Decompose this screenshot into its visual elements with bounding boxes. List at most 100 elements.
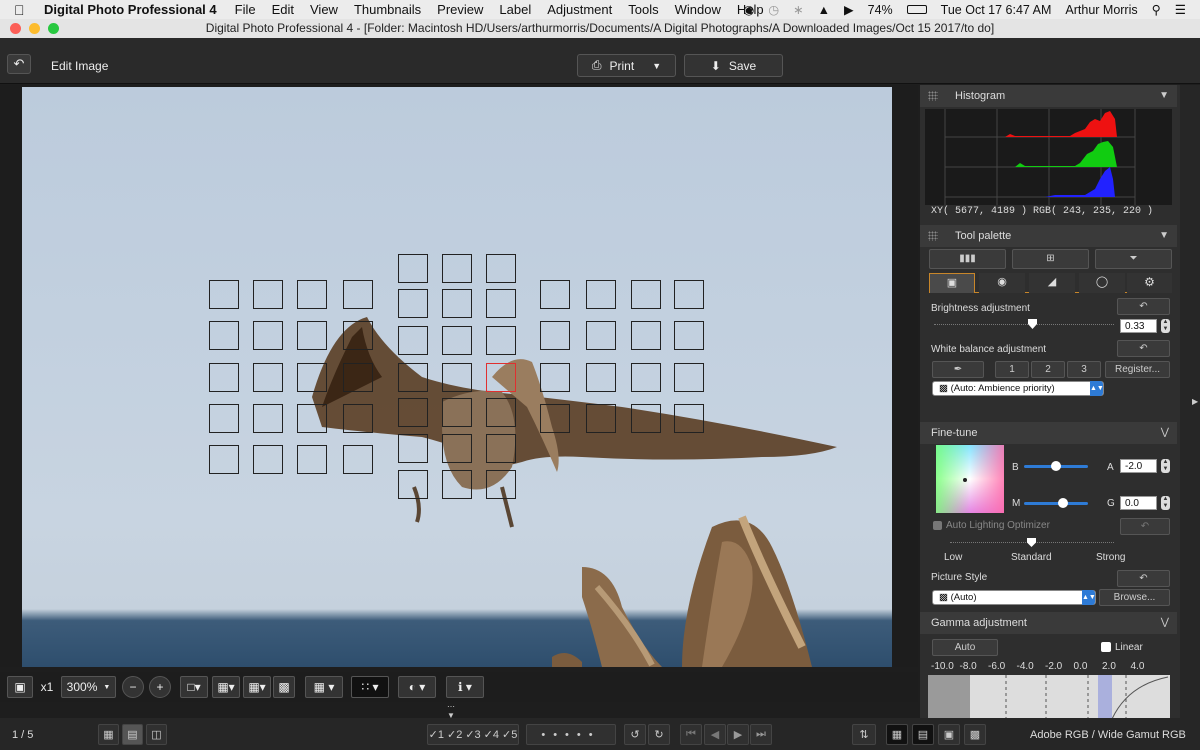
alo-reset-button[interactable]: ↶	[1120, 518, 1170, 535]
menu-tools[interactable]: Tools	[628, 2, 658, 17]
b-slider-thumb[interactable]	[1051, 461, 1061, 471]
g-stepper[interactable]: ▲ ▼	[1161, 496, 1170, 510]
menu-window[interactable]: Window	[675, 2, 721, 17]
rotate-right-button[interactable]: ↻	[648, 724, 670, 745]
menu-view[interactable]: View	[310, 2, 338, 17]
brightness-value[interactable]: 0.33	[1120, 319, 1157, 333]
wb-select[interactable]: ▩ (Auto: Ambience priority) ▲▼	[932, 381, 1104, 396]
gamma-auto-button[interactable]: Auto	[932, 639, 998, 656]
view-mode-3-button[interactable]: ▣	[938, 724, 960, 745]
app-menu[interactable]: Digital Photo Professional 4	[44, 2, 217, 17]
zoom-out-button[interactable]: −	[122, 676, 144, 698]
alo-slider-thumb[interactable]	[1027, 538, 1036, 547]
wb-preset-3-button[interactable]: 3	[1067, 361, 1101, 378]
view-mode-2-button[interactable]: ▤	[912, 724, 934, 745]
zoom-select[interactable]: 300% ▼	[61, 676, 116, 698]
binoculars-icon[interactable]: ◉	[743, 2, 754, 17]
previous-image-button[interactable]: ◀	[704, 724, 726, 745]
time-machine-icon[interactable]: ◷	[768, 2, 779, 17]
tab-settings[interactable]: ⚙	[1127, 273, 1172, 293]
wb-register-button[interactable]: Register...	[1105, 361, 1170, 378]
apple-icon[interactable]: 	[14, 2, 28, 18]
spotlight-icon[interactable]: ⚲	[1152, 2, 1161, 17]
af-point-display-button[interactable]: □▾	[180, 676, 208, 698]
sort-button[interactable]: ⇅	[852, 724, 876, 745]
rating-2-button[interactable]: ✓2	[447, 728, 462, 741]
user-menu[interactable]: Arthur Morris	[1065, 3, 1137, 17]
af-overlay-button[interactable]: ▦▾	[212, 676, 240, 698]
a-stepper[interactable]: ▲ ▼	[1161, 459, 1170, 473]
af-points-button[interactable]: ∷ ▾	[351, 676, 389, 698]
menu-file[interactable]: File	[235, 2, 256, 17]
browse-button[interactable]: Browse...	[1099, 589, 1170, 606]
color-wheel[interactable]	[936, 445, 1004, 513]
minimize-window-button[interactable]	[29, 23, 40, 34]
menu-adjustment[interactable]: Adjustment	[547, 2, 612, 17]
battery-percent[interactable]: 74%	[868, 3, 893, 17]
wb-reset-button[interactable]: ↶	[1117, 340, 1170, 357]
chevron-down-icon[interactable]: ▼	[1159, 85, 1169, 107]
rating-1-button[interactable]: ✓1	[429, 728, 444, 741]
layout-single-button[interactable]: ▤	[122, 724, 143, 745]
last-image-button[interactable]: ⏭	[750, 724, 772, 745]
collapse-icon[interactable]: ⋁	[1161, 612, 1169, 634]
rating-4-button[interactable]: ✓4	[484, 728, 499, 741]
battery-icon[interactable]	[906, 5, 927, 14]
picture-style-reset-button[interactable]: ↶	[1117, 570, 1170, 587]
chevron-right-icon[interactable]: ▶	[1192, 397, 1198, 406]
brightness-stepper[interactable]: ▲ ▼	[1161, 319, 1170, 333]
wb-preset-1-button[interactable]: 1	[995, 361, 1029, 378]
tab-tone-curve[interactable]: ◉	[979, 273, 1025, 293]
m-slider-thumb[interactable]	[1058, 498, 1068, 508]
wb-preset-2-button[interactable]: 2	[1031, 361, 1065, 378]
menu-label[interactable]: Label	[499, 2, 531, 17]
tab-color[interactable]: ◢	[1029, 273, 1075, 293]
finetune-header[interactable]: Fine-tune ⋁	[920, 422, 1177, 444]
back-button[interactable]: ↶	[7, 54, 31, 74]
chevron-down-icon[interactable]: ▼	[652, 61, 661, 71]
collapse-icon[interactable]: ⋁	[1161, 422, 1169, 444]
tab-basic-adjust[interactable]: ▣	[929, 273, 975, 293]
menu-edit[interactable]: Edit	[272, 2, 294, 17]
wifi-icon[interactable]: ▲	[818, 3, 830, 17]
close-window-button[interactable]	[10, 23, 21, 34]
layout-grid-button[interactable]: ▦	[98, 724, 119, 745]
picture-style-select[interactable]: ▩ (Auto) ▲▼	[932, 590, 1096, 605]
linear-checkbox[interactable]	[1101, 642, 1111, 652]
crop-tool-button[interactable]: ⊞	[1012, 249, 1089, 269]
save-button[interactable]: ⬇ Save	[684, 54, 783, 77]
brightness-reset-button[interactable]: ↶	[1117, 298, 1170, 315]
a-value[interactable]: -2.0	[1120, 459, 1157, 473]
right-panel-scrollbar[interactable]: ▶	[1180, 85, 1200, 725]
tool-palette-header[interactable]: Tool palette ▼	[920, 225, 1177, 247]
bluetooth-icon[interactable]: ∗	[793, 2, 803, 17]
trim-tool-button[interactable]: ▮▮▮	[929, 249, 1006, 269]
grid-button[interactable]: ▦ ▾	[305, 676, 343, 698]
grip-icon[interactable]	[928, 231, 938, 241]
rating-3-button[interactable]: ✓3	[465, 728, 480, 741]
first-image-button[interactable]: ⏮	[680, 724, 702, 745]
volume-icon[interactable]: ▶	[844, 2, 854, 17]
collapse-filmstrip-icon[interactable]: ⋯ ▼	[447, 702, 455, 720]
rotate-left-button[interactable]: ↺	[624, 724, 646, 745]
menu-preview[interactable]: Preview	[437, 2, 483, 17]
compare-button[interactable]: ▩	[273, 676, 295, 698]
brightness-slider[interactable]	[934, 324, 1114, 326]
zoom-x1-button[interactable]: x1	[35, 676, 59, 698]
gamma-header[interactable]: Gamma adjustment ⋁	[920, 612, 1177, 634]
chevron-down-icon[interactable]: ▼	[1159, 225, 1169, 247]
gamma-graph[interactable]	[928, 675, 1170, 719]
zoom-in-button[interactable]: +	[149, 676, 171, 698]
wb-eyedropper-button[interactable]: ✒	[932, 361, 984, 378]
alo-checkbox[interactable]	[933, 521, 942, 530]
zoom-window-button[interactable]	[48, 23, 59, 34]
highlight-warning-button[interactable]: ◐ ▾	[398, 676, 436, 698]
notification-center-icon[interactable]: ☰	[1175, 2, 1186, 17]
menu-thumbnails[interactable]: Thumbnails	[354, 2, 421, 17]
view-mode-1-button[interactable]: ▦	[886, 724, 908, 745]
camera-icon[interactable]: ▩	[964, 724, 986, 745]
print-button[interactable]: ⎙ Print ▼	[577, 54, 676, 77]
brightness-slider-thumb[interactable]	[1028, 319, 1037, 329]
fit-to-screen-button[interactable]: ▣	[7, 676, 33, 698]
grip-icon[interactable]	[928, 91, 938, 101]
